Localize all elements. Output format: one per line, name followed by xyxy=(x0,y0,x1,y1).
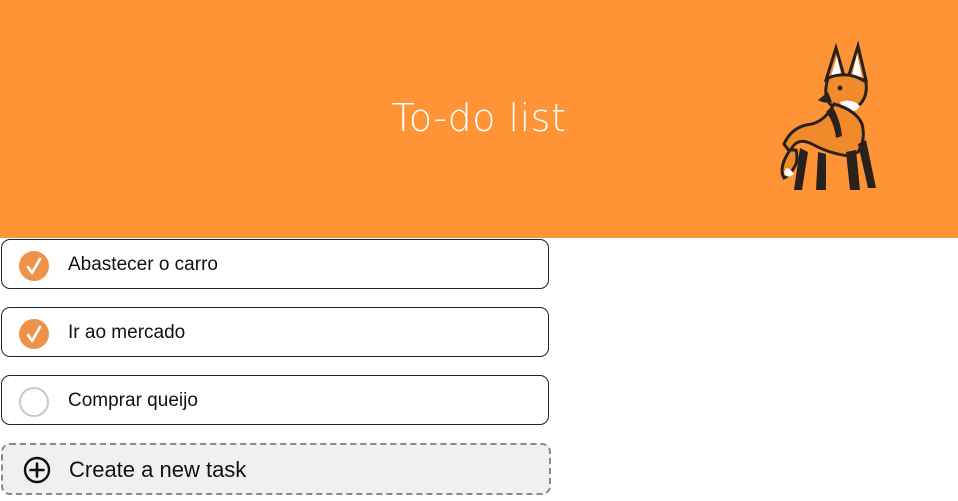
maned-wolf-icon xyxy=(780,40,876,190)
header: To-do list xyxy=(0,0,958,238)
task-item[interactable]: Abastecer o carro xyxy=(1,239,549,289)
task-checkbox-checked[interactable] xyxy=(19,319,49,349)
task-checkbox-checked[interactable] xyxy=(19,251,49,281)
create-new-task-button[interactable]: Create a new task xyxy=(1,443,551,495)
checkmark-icon xyxy=(26,257,42,275)
create-new-task-label: Create a new task xyxy=(69,457,247,482)
task-item[interactable]: Comprar queijo xyxy=(1,375,549,425)
task-label: Comprar queijo xyxy=(68,390,198,411)
plus-circle-icon xyxy=(23,456,51,484)
checkmark-icon xyxy=(26,325,42,343)
task-label: Abastecer o carro xyxy=(68,254,218,275)
task-checkbox-unchecked[interactable] xyxy=(19,387,49,417)
task-item[interactable]: Ir ao mercado xyxy=(1,307,549,357)
task-label: Ir ao mercado xyxy=(68,322,186,343)
